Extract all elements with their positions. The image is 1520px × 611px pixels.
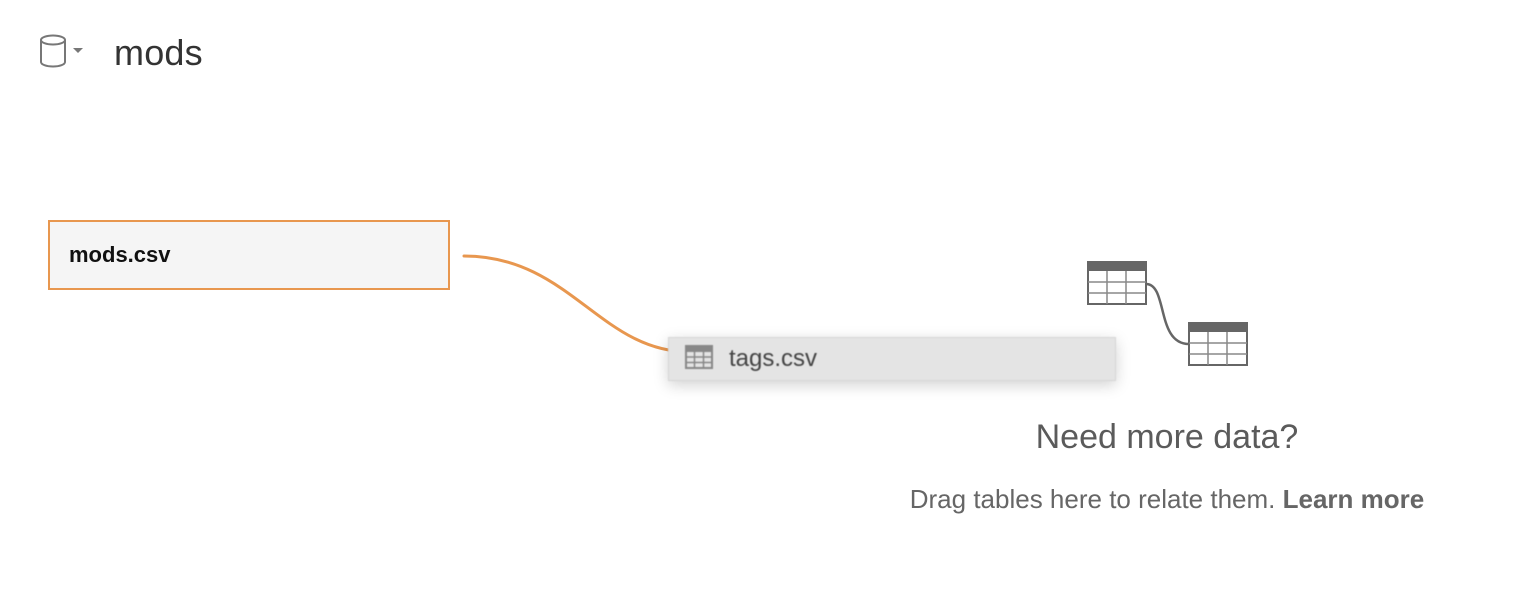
dragging-table-label: tags.csv (729, 345, 818, 372)
relationship-line (462, 254, 692, 354)
learn-more-link[interactable]: Learn more (1283, 484, 1425, 514)
empty-state-hint-text: Drag tables here to relate them. (909, 484, 1276, 514)
related-tables-icon (1086, 258, 1252, 375)
empty-state-title: Need more data? (1035, 418, 1299, 456)
empty-state-hint: Drag tables here to relate them. Learn m… (850, 484, 1484, 515)
dragging-table-card[interactable]: tags.csv (668, 337, 1116, 381)
relationship-canvas[interactable]: mods.csv tags.csv Need more data? Drag t… (0, 0, 1520, 611)
table-grid-icon (685, 344, 713, 374)
logical-table-card[interactable]: mods.csv (48, 220, 450, 290)
table-card-label: mods.csv (69, 242, 171, 267)
